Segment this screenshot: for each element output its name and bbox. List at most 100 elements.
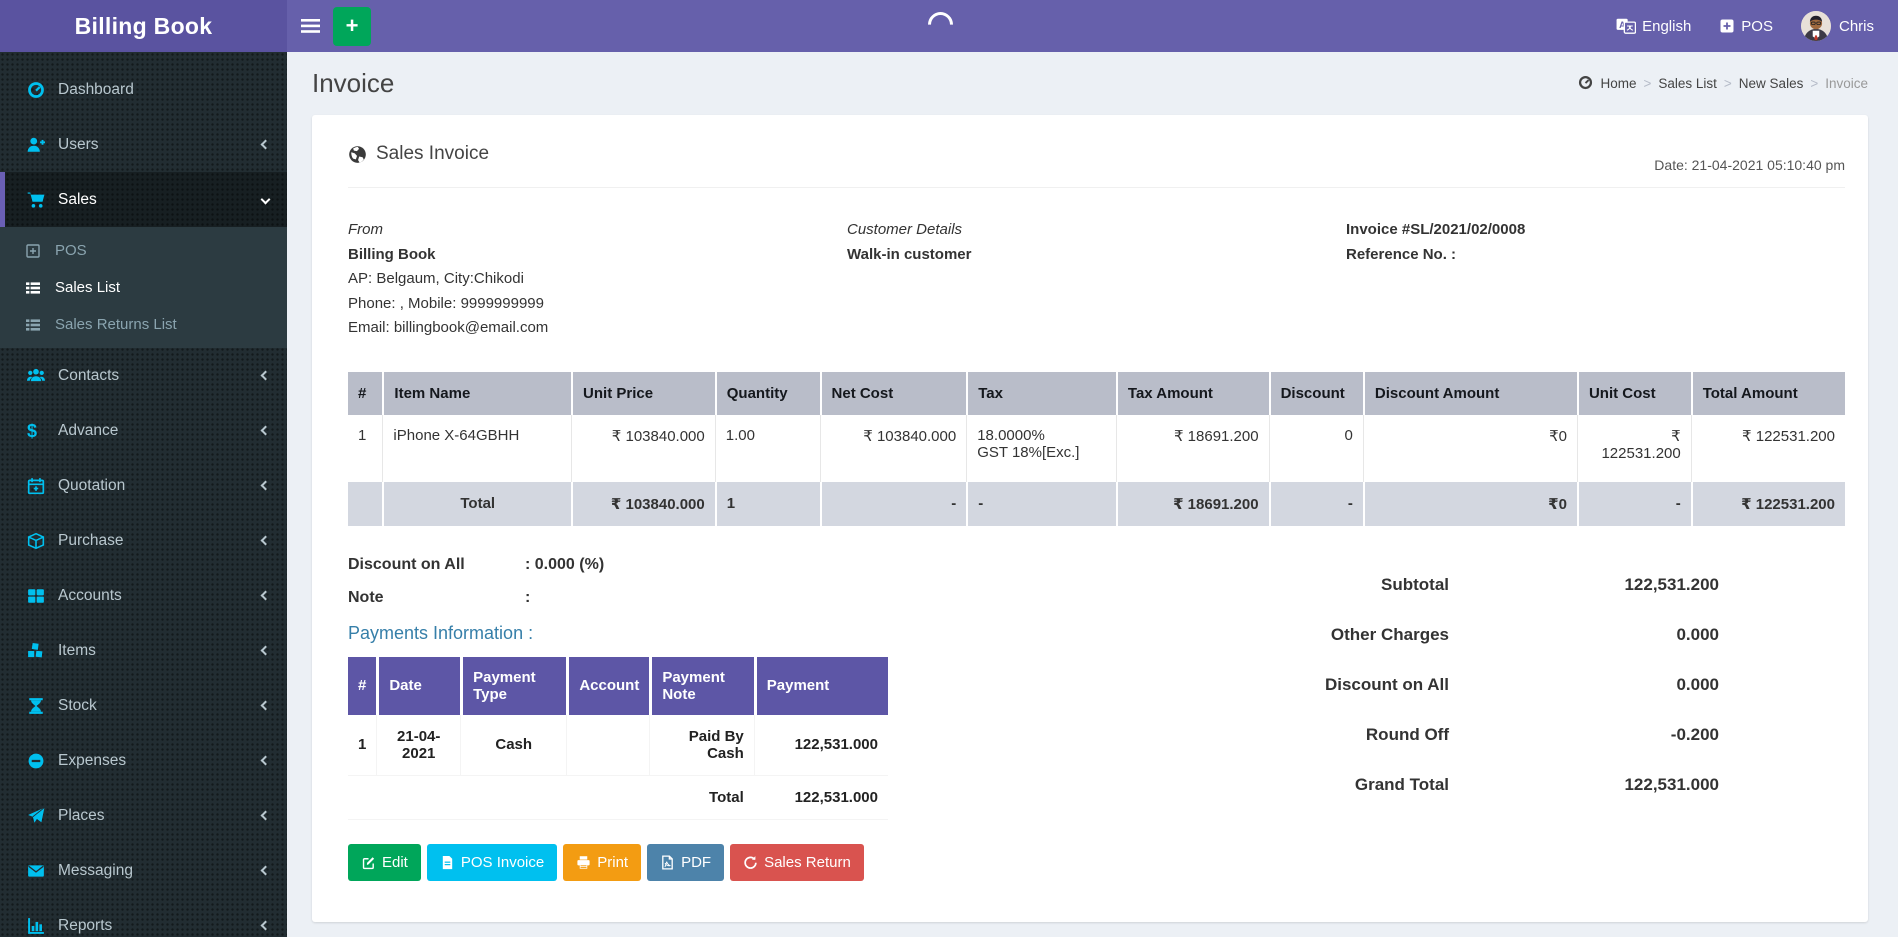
payments-cell: Paid By Cash	[649, 715, 753, 776]
dollar-icon: $	[27, 422, 49, 440]
paper-plane-icon	[27, 807, 49, 825]
payments-cell: 1	[348, 715, 376, 776]
sidebar-item-label: Quotation	[58, 477, 125, 495]
language-menu[interactable]: A English	[1616, 18, 1691, 35]
summary-row-discount-on-all: Discount on All0.000	[1319, 660, 1719, 710]
chevron-left-icon	[261, 701, 271, 711]
payments-total-spacer	[348, 776, 376, 820]
note-label: Note	[348, 589, 525, 607]
globe-icon	[348, 145, 367, 164]
edit-button-label: Edit	[382, 854, 408, 871]
from-name: Billing Book	[348, 243, 847, 268]
edit-button[interactable]: Edit	[348, 844, 421, 881]
sidebar-item-quotation[interactable]: Quotation	[0, 458, 287, 513]
summary-label: Discount on All	[1319, 675, 1449, 695]
sidebar-toggle-button[interactable]	[287, 0, 333, 52]
pdf-button[interactable]: PDF	[647, 844, 724, 881]
plus-icon: +	[346, 13, 359, 39]
cart-icon	[27, 191, 49, 209]
pdf-button-label: PDF	[681, 854, 711, 871]
print-button[interactable]: Print	[563, 844, 641, 881]
app-logo[interactable]: Billing Book	[0, 0, 287, 52]
items-table-cell: ₹ 18691.200	[1116, 415, 1269, 482]
user-name: Chris	[1839, 18, 1874, 35]
plus-square-icon	[25, 243, 45, 259]
plus-square-icon	[1719, 18, 1735, 34]
items-table-header: Net Cost	[820, 372, 967, 415]
items-table-cell: ₹ 122531.200	[1691, 415, 1845, 482]
sidebar-subitem-label: Sales Returns List	[55, 316, 177, 333]
sidebar-item-advance[interactable]: $Advance	[0, 403, 287, 458]
payments-total-spacer	[566, 776, 649, 820]
summary-value: 0.000	[1449, 625, 1719, 645]
note-row: Note :	[348, 589, 948, 607]
sidebar-subitem-sales-list[interactable]: Sales List	[0, 269, 287, 306]
summary-label: Subtotal	[1319, 575, 1449, 595]
user-menu[interactable]: Chris	[1801, 11, 1874, 41]
quick-add-button[interactable]: +	[333, 7, 371, 46]
chevron-left-icon	[261, 646, 271, 656]
sidebar-item-label: Items	[58, 642, 96, 660]
bar-chart-icon	[27, 917, 49, 935]
breadcrumb-item-sales-list[interactable]: Sales List	[1658, 76, 1717, 91]
hourglass-icon	[27, 697, 49, 715]
items-table-cell: ₹ 103840.000	[571, 415, 715, 482]
sidebar-item-users[interactable]: Users	[0, 117, 287, 172]
items-table-header: Unit Cost	[1577, 372, 1691, 415]
breadcrumb-item-home[interactable]: Home	[1600, 76, 1636, 91]
items-table-total-cell: -	[966, 482, 1116, 526]
items-table-total-cell: ₹ 122531.200	[1691, 482, 1845, 526]
sidebar-item-expenses[interactable]: Expenses	[0, 733, 287, 788]
sidebar-item-messaging[interactable]: Messaging	[0, 843, 287, 898]
cubes-icon	[27, 642, 49, 660]
summary-row-subtotal: Subtotal122,531.200	[1319, 560, 1719, 610]
sidebar-subitem-sales-returns-list[interactable]: Sales Returns List	[0, 306, 287, 343]
sidebar-item-contacts[interactable]: Contacts	[0, 348, 287, 403]
pdf-file-icon	[660, 855, 675, 870]
pos-invoice-button[interactable]: POS Invoice	[427, 844, 557, 881]
sidebar-item-dashboard[interactable]: Dashboard	[0, 62, 287, 117]
items-table-cell: iPhone X-64GBHH	[382, 415, 571, 482]
page-title: Invoice	[312, 68, 394, 99]
sidebar-item-purchase[interactable]: Purchase	[0, 513, 287, 568]
discount-on-all-label: Discount on All	[348, 556, 525, 574]
breadcrumb: Home>Sales List>New Sales>Invoice	[1578, 75, 1868, 93]
items-table-row: 1iPhone X-64GBHH₹ 103840.0001.00₹ 103840…	[348, 415, 1845, 482]
breadcrumb-item-new-sales[interactable]: New Sales	[1739, 76, 1804, 91]
sales-return-button[interactable]: Sales Return	[730, 844, 864, 881]
sidebar-item-label: Reports	[58, 917, 112, 935]
invoice-meta-block: Invoice #SL/2021/02/0008 Reference No. :	[1346, 218, 1845, 341]
items-table-cell: ₹ 122531.200	[1577, 415, 1691, 482]
sidebar-subitem-pos[interactable]: POS	[0, 232, 287, 269]
note-value: :	[525, 589, 530, 607]
cube-icon	[27, 532, 49, 550]
sidebar-item-items[interactable]: Items	[0, 623, 287, 678]
sidebar-subitem-label: POS	[55, 242, 87, 259]
summary-row-round-off: Round Off-0.200	[1319, 710, 1719, 760]
payments-header: Date	[376, 657, 460, 715]
sidebar-item-sales[interactable]: Sales	[0, 172, 287, 227]
sidebar-item-label: Places	[58, 807, 105, 825]
payments-total-spacer	[376, 776, 460, 820]
sidebar-item-accounts[interactable]: Accounts	[0, 568, 287, 623]
items-table-total-cell: -	[820, 482, 967, 526]
breadcrumb-separator: >	[1810, 76, 1818, 91]
items-table-cell: ₹ 103840.000	[820, 415, 967, 482]
print-button-label: Print	[597, 854, 628, 871]
items-table-total-cell: ₹0	[1363, 482, 1577, 526]
payments-cell: Cash	[460, 715, 566, 776]
sidebar-item-stock[interactable]: Stock	[0, 678, 287, 733]
sidebar-item-places[interactable]: Places	[0, 788, 287, 843]
sidebar-item-label: Stock	[58, 697, 97, 715]
payments-total-value: 122,531.000	[754, 776, 888, 820]
language-icon: A	[1616, 18, 1636, 34]
payments-cell	[566, 715, 649, 776]
sidebar-item-reports[interactable]: Reports	[0, 898, 287, 937]
customer-label: Customer Details	[847, 218, 1346, 243]
sidebar: DashboardUsersSales POS Sales List Sales Re…	[0, 52, 287, 937]
divider	[348, 187, 1845, 188]
main-content: Invoice Home>Sales List>New Sales>Invoic…	[287, 52, 1898, 937]
payments-cell: 122,531.000	[754, 715, 888, 776]
pos-nav-button[interactable]: POS	[1719, 18, 1773, 35]
invoice-date: Date: 21-04-2021 05:10:40 pm	[1654, 143, 1845, 173]
